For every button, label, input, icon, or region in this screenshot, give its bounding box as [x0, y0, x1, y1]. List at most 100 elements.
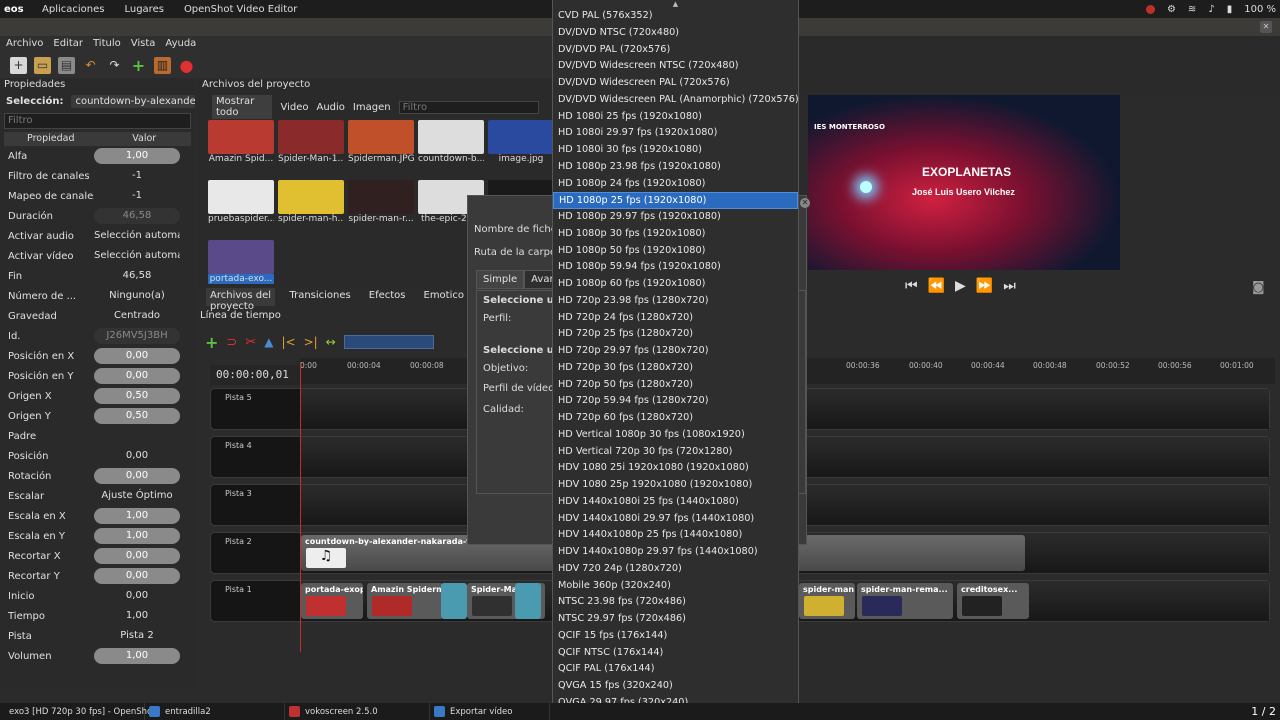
volume-icon[interactable]: ♪: [1208, 4, 1214, 15]
workspace-pager[interactable]: 1 / 2: [1251, 705, 1276, 718]
property-row[interactable]: Fin 46,58: [4, 266, 191, 286]
profile-option[interactable]: HDV 720 24p (1280x720): [553, 561, 798, 578]
menu-applications[interactable]: Aplicaciones: [32, 4, 114, 15]
menu-edit[interactable]: Editar: [53, 36, 83, 52]
property-row[interactable]: Id. J26MV5J3BH: [4, 326, 191, 346]
property-row[interactable]: Escalar Ajuste Óptimo: [4, 486, 191, 506]
profile-option[interactable]: DV/DVD Widescreen NTSC (720x480): [553, 58, 798, 75]
property-row[interactable]: Recortar Y 0,00: [4, 566, 191, 586]
video-clip[interactable]: Amazin Spiderm: [367, 583, 443, 619]
save-project-icon[interactable]: ▤: [58, 56, 75, 74]
taskbar-item[interactable]: Exportar vídeo: [430, 703, 550, 720]
tab-project-files[interactable]: Archivos del proyecto: [206, 288, 276, 312]
video-clip[interactable]: creditosex...: [957, 583, 1029, 619]
property-row[interactable]: Pista Pista 2: [4, 626, 191, 646]
profile-option[interactable]: CVD PAL (576x352): [553, 8, 798, 25]
playhead[interactable]: [300, 362, 301, 652]
open-project-icon[interactable]: ▭: [34, 56, 51, 74]
tab-simple[interactable]: Simple: [476, 270, 525, 289]
file-thumbnail[interactable]: spider-man-r...: [348, 180, 414, 228]
profile-option[interactable]: HD 720p 25 fps (1280x720): [553, 326, 798, 343]
file-thumbnail[interactable]: Spider-Man-1...: [278, 120, 344, 168]
property-value[interactable]: 0,00: [94, 368, 180, 384]
tab-video[interactable]: Video: [280, 102, 308, 113]
tab-transitions[interactable]: Transiciones: [285, 288, 354, 306]
property-value[interactable]: 0,00: [94, 568, 180, 584]
tab-effects[interactable]: Efectos: [365, 288, 410, 306]
profile-option[interactable]: HD 1080i 30 fps (1920x1080): [553, 142, 798, 159]
property-row[interactable]: Inicio 0,00: [4, 586, 191, 606]
export-video-icon[interactable]: ●: [178, 56, 195, 75]
profile-option[interactable]: DV/DVD Widescreen PAL (Anamorphic) (720x…: [553, 92, 798, 109]
profile-option[interactable]: HD 720p 24 fps (1280x720): [553, 310, 798, 327]
menu-help[interactable]: Ayuda: [165, 36, 196, 52]
profile-option[interactable]: HD 1080p 59.94 fps (1920x1080): [553, 259, 798, 276]
menu-title[interactable]: Titulo: [93, 36, 121, 52]
close-icon[interactable]: ✕: [1260, 21, 1272, 33]
profile-option[interactable]: QCIF 15 fps (176x144): [553, 628, 798, 645]
new-project-icon[interactable]: +: [10, 56, 27, 74]
taskbar-item[interactable]: entradilla2: [145, 703, 285, 720]
clear-icon[interactable]: ✕: [800, 198, 810, 208]
profile-option[interactable]: HD 1080p 24 fps (1920x1080): [553, 176, 798, 193]
property-row[interactable]: Padre: [4, 426, 191, 446]
property-row[interactable]: Posición en X 0,00: [4, 346, 191, 366]
razor-icon[interactable]: ✂: [245, 335, 256, 350]
property-row[interactable]: Número de ... Ninguno(a): [4, 286, 191, 306]
file-thumbnail[interactable]: image.jpg: [488, 120, 554, 168]
jump-start-icon[interactable]: ⏮: [905, 278, 918, 294]
profile-option[interactable]: HD 1080i 29.97 fps (1920x1080): [553, 125, 798, 142]
profile-option[interactable]: HD 720p 59.94 fps (1280x720): [553, 393, 798, 410]
property-value[interactable]: Centrado: [94, 308, 180, 324]
menu-active-app[interactable]: OpenShot Video Editor: [174, 4, 307, 15]
profile-option[interactable]: HD 720p 23.98 fps (1280x720): [553, 293, 798, 310]
profile-option[interactable]: DV/DVD Widescreen PAL (720x576): [553, 75, 798, 92]
profile-option[interactable]: QCIF NTSC (176x144): [553, 645, 798, 662]
settings-icon[interactable]: ⚙: [1167, 4, 1176, 15]
property-row[interactable]: Alfa 1,00: [4, 146, 191, 166]
profile-option[interactable]: NTSC 29.97 fps (720x486): [553, 611, 798, 628]
property-value[interactable]: 0,00: [94, 348, 180, 364]
property-value[interactable]: 0,00: [94, 548, 180, 564]
profile-option[interactable]: HD 1080i 25 fps (1920x1080): [553, 109, 798, 126]
property-row[interactable]: Filtro de canales -1: [4, 166, 191, 186]
tab-audio[interactable]: Audio: [316, 102, 344, 113]
os-logo[interactable]: eos: [0, 4, 32, 15]
property-row[interactable]: Posición 0,00: [4, 446, 191, 466]
property-value[interactable]: 0,00: [94, 468, 180, 484]
profile-option[interactable]: QCIF PAL (176x144): [553, 661, 798, 678]
profile-option[interactable]: HD Vertical 720p 30 fps (720x1280): [553, 444, 798, 461]
battery-icon[interactable]: ▮: [1227, 4, 1233, 15]
video-clip[interactable]: spider-man...: [799, 583, 855, 619]
play-icon[interactable]: ▶: [955, 278, 966, 294]
property-row[interactable]: Activar vídeo Selección automática: [4, 246, 191, 266]
profile-option[interactable]: HDV 1440x1080i 29.97 fps (1440x1080): [553, 511, 798, 528]
profile-option[interactable]: HDV 1080 25i 1920x1080 (1920x1080): [553, 460, 798, 477]
property-value[interactable]: 0,00: [94, 588, 180, 604]
profile-option[interactable]: HDV 1440x1080i 25 fps (1440x1080): [553, 494, 798, 511]
property-value[interactable]: Pista 2: [94, 628, 180, 644]
property-value[interactable]: -1: [94, 188, 180, 204]
transition-clip[interactable]: [441, 583, 467, 619]
property-row[interactable]: Volumen 1,00: [4, 646, 191, 666]
profile-option[interactable]: QVGA 15 fps (320x240): [553, 678, 798, 695]
property-value[interactable]: 46,58: [94, 208, 180, 224]
redo-icon[interactable]: ↷: [106, 57, 123, 74]
properties-filter-input[interactable]: Filtro: [4, 113, 191, 129]
snap-icon[interactable]: ⊃: [226, 335, 237, 350]
property-row[interactable]: Escala en Y 1,00: [4, 526, 191, 546]
transition-clip[interactable]: [515, 583, 541, 619]
property-row[interactable]: Escala en X 1,00: [4, 506, 191, 526]
profile-option[interactable]: HD 1080p 29.97 fps (1920x1080): [553, 209, 798, 226]
profile-option[interactable]: HD 720p 29.97 fps (1280x720): [553, 343, 798, 360]
property-value[interactable]: 46,58: [94, 268, 180, 284]
jump-end-icon[interactable]: ⏭: [1003, 278, 1016, 294]
previous-marker-icon[interactable]: |<: [281, 335, 295, 349]
property-row[interactable]: Gravedad Centrado: [4, 306, 191, 326]
property-value[interactable]: 1,00: [94, 608, 180, 624]
profile-option[interactable]: HD 720p 50 fps (1280x720): [553, 377, 798, 394]
property-value[interactable]: 1,00: [94, 528, 180, 544]
property-row[interactable]: Mapeo de canales -1: [4, 186, 191, 206]
profile-option[interactable]: HD Vertical 1080p 30 fps (1080x1920): [553, 427, 798, 444]
import-files-icon[interactable]: +: [130, 56, 147, 75]
